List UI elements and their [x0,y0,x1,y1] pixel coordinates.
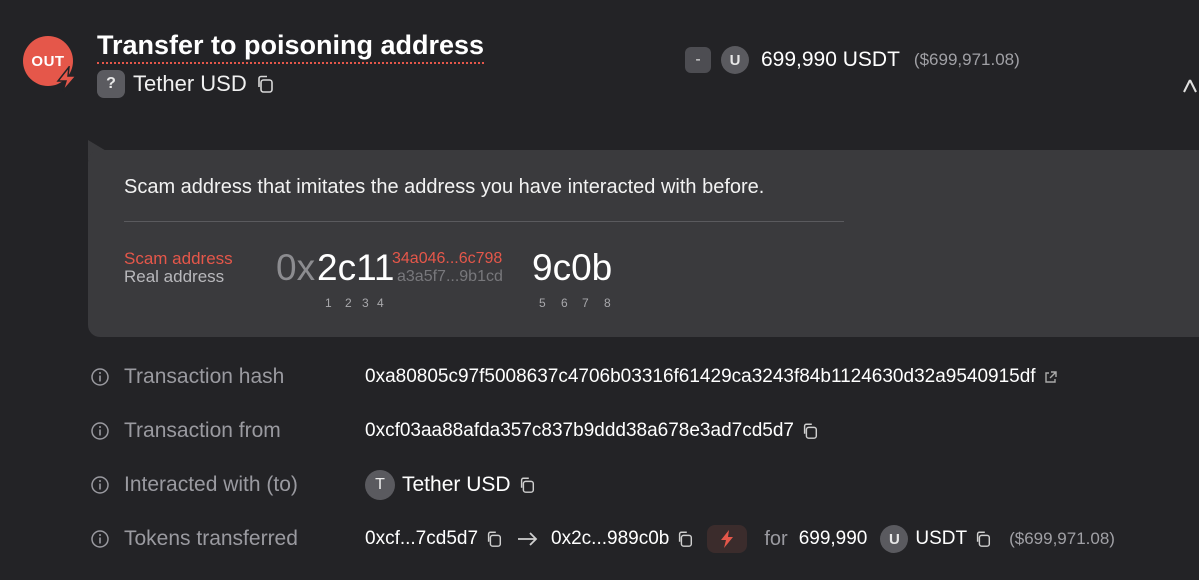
for-text: for [764,527,788,550]
token-symbol[interactable]: USDT [915,528,967,550]
digit-number: 2 [345,296,352,310]
tokens-label: Tokens transferred [124,527,298,550]
digit-number: 8 [604,296,611,310]
scam-address-label: Scam address [124,249,233,268]
digit-number: 1 [325,296,332,310]
real-address-middle: a3a5f7...9b1cd [397,268,503,285]
tx-hash-label: Transaction hash [124,365,285,388]
arrow-right-icon [518,532,538,546]
tether-token-icon: T [365,470,395,500]
detail-row-tx-hash: Transaction hash 0xa80805c97f5008637c470… [90,362,1199,392]
amount-summary: - U 699,990 USDT ($699,971.08) [685,45,1020,75]
usdt-token-icon: U [880,525,909,553]
tx-hash-value[interactable]: 0xa80805c97f5008637c4706b03316f61429ca32… [365,366,1036,388]
interacted-label: Interacted with (to) [124,473,298,496]
chevron-up-icon[interactable] [1182,72,1199,94]
from-address-short[interactable]: 0xcf...7cd5d7 [365,528,478,550]
token-info: ? Tether USD [97,70,275,98]
digit-number: 7 [582,296,589,310]
token-usd-value: ($699,971.08) [1009,529,1115,548]
amount-sign-badge: - [685,47,711,73]
tx-from-label: Transaction from [124,419,281,442]
external-link-icon[interactable] [1043,370,1058,385]
interacted-value[interactable]: Tether USD [402,473,511,497]
address-prefix: 0x [276,247,316,288]
address-head: 2c11 [317,247,395,288]
token-amount: 699,990 [798,528,868,549]
detail-row-interacted: Interacted with (to) T Tether USD [90,470,790,500]
digit-number: 3 [362,296,369,310]
info-icon[interactable] [90,367,110,387]
info-icon[interactable] [90,529,110,549]
copy-icon[interactable] [974,530,992,548]
digit-number: 6 [561,296,568,310]
token-unknown-icon: ? [97,70,125,98]
detail-row-tokens: Tokens transferred 0xcf...7cd5d7 0x2c...… [90,524,1199,554]
usdt-token-icon: U [721,46,749,74]
token-name: Tether USD [133,71,247,96]
warning-message: Scam address that imitates the address y… [124,176,765,198]
amount-value: 699,990 USDT [761,48,900,71]
digit-number: 5 [539,296,546,310]
page-title: Transfer to poisoning address [97,29,485,64]
copy-icon[interactable] [801,422,819,440]
poisoning-flag-badge [707,525,748,553]
lightning-icon [56,66,78,92]
lightning-icon [721,530,734,548]
copy-icon[interactable] [518,476,536,494]
info-icon[interactable] [90,475,110,495]
to-address-short[interactable]: 0x2c...989c0b [551,528,669,550]
copy-icon[interactable] [255,74,275,94]
copy-icon[interactable] [676,530,694,548]
divider [124,221,844,222]
amount-usd: ($699,971.08) [913,50,1020,69]
detail-row-tx-from: Transaction from 0xcf03aa88afda357c837b9… [90,416,990,446]
real-address-label: Real address [124,267,225,286]
scam-address-middle: 34a046...6c798 [392,250,503,267]
copy-icon[interactable] [485,530,503,548]
tx-from-value[interactable]: 0xcf03aa88afda357c837b9ddd38a678e3ad7cd5… [365,420,794,442]
info-icon[interactable] [90,421,110,441]
address-tail: 9c0b [532,247,613,288]
digit-number: 4 [377,296,384,310]
